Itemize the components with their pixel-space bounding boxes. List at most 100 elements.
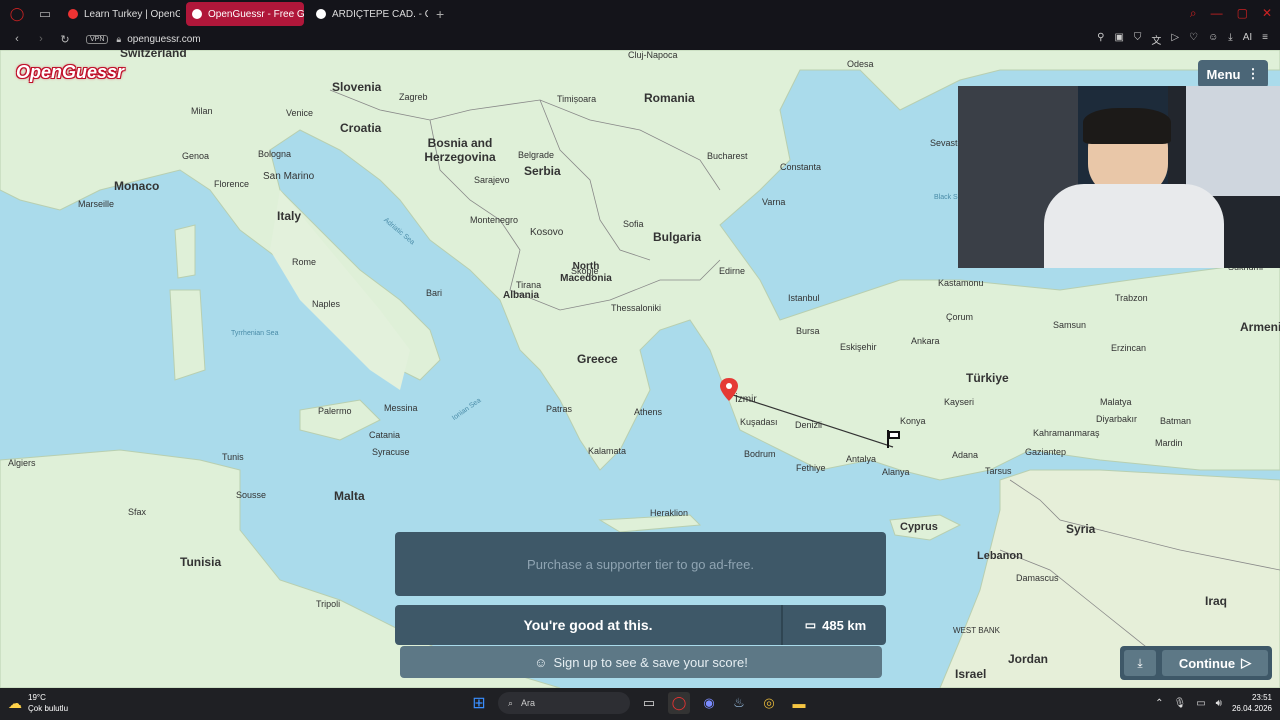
city-label: İzmir bbox=[735, 394, 757, 405]
vpn-badge[interactable]: VPN bbox=[86, 34, 109, 44]
city-label: Athens bbox=[634, 407, 663, 417]
country-label: Israel bbox=[955, 667, 987, 681]
city-label: Syracuse bbox=[372, 447, 410, 457]
city-label: Kalamata bbox=[588, 446, 627, 456]
address-bar: ‹ › ↻ VPN 🔒︎ openguessr.com ⚲ ▣ ⛉ 文 ▷ ♡ … bbox=[0, 28, 1280, 50]
city-label: Constanta bbox=[780, 162, 822, 172]
ruler-icon: ▭ bbox=[804, 618, 817, 632]
ad-free-notice[interactable]: Purchase a supporter tier to go ad-free. bbox=[395, 532, 886, 596]
openguessr-favicon-icon bbox=[192, 9, 202, 19]
pin-icon[interactable]: ⚲ bbox=[1097, 32, 1104, 47]
continue-label: Continue bbox=[1178, 655, 1236, 671]
play-icon[interactable]: ▷ bbox=[1171, 32, 1179, 47]
city-label: Adana bbox=[952, 450, 979, 460]
city-label: Marseille bbox=[78, 199, 115, 209]
search-icon: ⌕ bbox=[508, 697, 514, 708]
city-label: Kahramanmaraş bbox=[1033, 428, 1100, 438]
city-label: Sofia bbox=[623, 219, 644, 229]
guess-flag-icon[interactable] bbox=[886, 430, 902, 448]
city-label: Cluj-Napoca bbox=[628, 50, 678, 60]
city-label: Skopje bbox=[571, 266, 599, 276]
city-label: Palermo bbox=[318, 406, 352, 416]
ai-icon[interactable]: AI bbox=[1243, 32, 1252, 47]
continue-button[interactable]: Continue ▷ bbox=[1162, 650, 1268, 676]
webcam-overlay bbox=[958, 86, 1280, 268]
tab-google-search[interactable]: ARDIÇTEPE CAD. - Google bbox=[310, 2, 428, 26]
menu-button[interactable]: Menu ⋮ bbox=[1198, 60, 1268, 88]
city-label: Heraklion bbox=[650, 508, 689, 518]
distance-display: ▭ 485 km bbox=[785, 605, 886, 645]
search-tabs-icon[interactable]: ⌕ bbox=[1190, 6, 1197, 21]
discord-icon[interactable]: ◉ bbox=[698, 692, 720, 714]
download-button[interactable]: ⤓ bbox=[1124, 650, 1156, 676]
country-label: Türkiye bbox=[966, 371, 1009, 385]
country-label: WEST BANK bbox=[953, 626, 1000, 635]
display-icon[interactable]: ▭ bbox=[1196, 698, 1205, 709]
actual-location-pin-icon[interactable] bbox=[720, 378, 738, 402]
city-label: Diyarbakır bbox=[1096, 414, 1138, 424]
windows-start-icon[interactable]: ⊞ bbox=[468, 692, 490, 714]
menu-lines-icon[interactable]: ≡ bbox=[1262, 32, 1268, 47]
profile-icon[interactable]: ☺ bbox=[1208, 32, 1218, 47]
clock[interactable]: 23:51 26.04.2026 bbox=[1232, 692, 1272, 714]
user-icon: ☺ bbox=[534, 654, 548, 670]
signup-button[interactable]: ☺ Sign up to see & save your score! bbox=[400, 646, 882, 678]
close-icon[interactable]: ✕ bbox=[1262, 6, 1272, 21]
tab-openguessr[interactable]: OpenGuessr - Free Ge bbox=[186, 2, 304, 26]
city-label: Sarajevo bbox=[474, 175, 510, 185]
chevron-up-icon[interactable]: ⌃ bbox=[1155, 698, 1163, 709]
new-tab-button[interactable]: + bbox=[436, 6, 444, 22]
city-label: Batman bbox=[1160, 416, 1192, 426]
country-label: Bosnia and Herzegovina bbox=[424, 136, 496, 164]
download-icon: ⤓ bbox=[1137, 655, 1143, 670]
taskbar-search[interactable]: ⌕ Ara bbox=[498, 692, 630, 714]
city-label: Kayseri bbox=[944, 397, 975, 407]
url-field[interactable]: openguessr.com bbox=[127, 34, 200, 45]
shield-icon[interactable]: ⛉ bbox=[1134, 32, 1142, 47]
file-explorer-icon[interactable]: ▬ bbox=[788, 692, 810, 714]
country-label: Syria bbox=[1066, 522, 1096, 536]
country-label: Switzerland bbox=[120, 50, 187, 60]
reload-icon[interactable]: ↻ bbox=[58, 33, 72, 46]
google-favicon-icon bbox=[316, 9, 326, 19]
sea-label: Tyrrhenian Sea bbox=[231, 330, 279, 337]
weather-widget[interactable]: ☁ 19°C Çok bulutlu bbox=[8, 692, 68, 714]
lock-icon[interactable]: 🔒︎ bbox=[116, 34, 121, 45]
city-label: Bucharest bbox=[707, 151, 748, 161]
date: 26.04.2026 bbox=[1231, 704, 1272, 713]
country-label: Romania bbox=[644, 91, 695, 105]
tab-learn-turkey[interactable]: Learn Turkey | OpenGuess bbox=[62, 2, 180, 26]
tab-overview-icon[interactable]: ▭ bbox=[34, 3, 56, 25]
forward-icon[interactable]: › bbox=[34, 33, 48, 45]
translate-icon[interactable]: 文 bbox=[1151, 32, 1161, 47]
back-icon[interactable]: ‹ bbox=[10, 33, 24, 45]
opera-logo-icon[interactable]: ◯ bbox=[6, 3, 28, 25]
city-label: Algiers bbox=[8, 458, 36, 468]
download-icon[interactable]: ⤓ bbox=[1228, 32, 1232, 47]
city-label: Malatya bbox=[1100, 397, 1132, 407]
opera-icon[interactable]: ◯ bbox=[668, 692, 690, 714]
city-label: Florence bbox=[214, 179, 250, 189]
temperature: 19°C bbox=[28, 693, 46, 702]
volume-icon[interactable]: 🔊︎ bbox=[1216, 698, 1222, 709]
menu-label: Menu bbox=[1206, 66, 1241, 82]
browser-tab-bar: ◯ ▭ Learn Turkey | OpenGuess OpenGuessr … bbox=[0, 0, 1280, 28]
chrome-icon[interactable]: ◎ bbox=[758, 692, 780, 714]
country-label: Italy bbox=[277, 209, 302, 223]
openguessr-logo[interactable]: OpenGuessr bbox=[16, 62, 124, 83]
city-label: Timișoara bbox=[557, 94, 597, 104]
screenshot-icon[interactable]: ▣ bbox=[1114, 32, 1123, 47]
microphone-icon[interactable]: 🎙︎ bbox=[1173, 698, 1186, 709]
heart-icon[interactable]: ♡ bbox=[1189, 32, 1198, 47]
maximize-icon[interactable]: ▢ bbox=[1237, 6, 1248, 21]
poster bbox=[1186, 86, 1280, 196]
city-label: Milan bbox=[191, 106, 213, 116]
minimize-icon[interactable]: — bbox=[1211, 6, 1223, 21]
weather-condition: Çok bulutlu bbox=[28, 704, 69, 713]
country-label: Greece bbox=[577, 352, 618, 366]
play-icon: ▷ bbox=[1241, 655, 1252, 670]
city-label: Bari bbox=[426, 288, 443, 298]
country-label: Montenegro bbox=[470, 215, 519, 225]
steam-icon[interactable]: ♨ bbox=[728, 692, 750, 714]
task-view-icon[interactable]: ▭ bbox=[638, 692, 660, 714]
